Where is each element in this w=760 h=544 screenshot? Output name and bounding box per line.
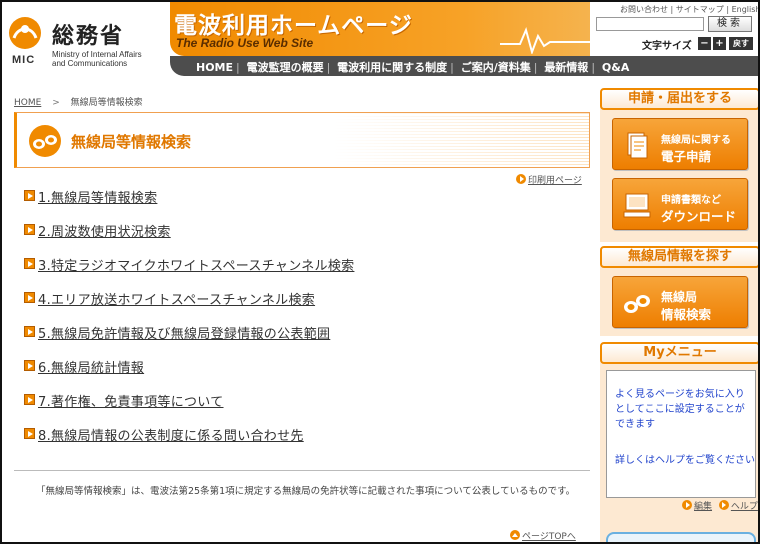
- menu-link-radiomic-whitespace[interactable]: 3.特定ラジオマイクホワイトスペースチャンネル検索: [38, 255, 354, 274]
- document-icon: [627, 132, 648, 159]
- arrow-bullet-icon: [24, 428, 35, 439]
- download-label: ダウンロード: [661, 209, 737, 224]
- site-title: 電波利用ホームページ: [174, 13, 413, 39]
- font-size-label: 文字サイズ: [642, 41, 692, 52]
- site-header: MIC 総務省 Ministry of Internal Affairs and…: [2, 2, 758, 78]
- mymenu-edit-link[interactable]: 編集: [694, 502, 712, 512]
- org-en-line1: Ministry of Internal Affairs: [52, 50, 142, 59]
- print-page-link-text[interactable]: 印刷用ページ: [528, 176, 582, 186]
- print-page-link[interactable]: 印刷用ページ: [516, 173, 582, 186]
- nav-home[interactable]: HOME: [196, 61, 233, 74]
- mic-logo[interactable]: MIC 総務省 Ministry of Internal Affairs and…: [8, 10, 164, 72]
- e-application-button[interactable]: 無線局に関する 電子申請: [612, 118, 748, 170]
- top-links: お問い合わせ | サイトマップ | English: [620, 5, 760, 14]
- download-small: 申請書類など: [661, 195, 721, 206]
- page-heading: 無線局等情報検索: [14, 112, 593, 168]
- bottom-panel-edge: [606, 532, 756, 542]
- font-reset-button[interactable]: 戻す: [729, 37, 753, 50]
- site-banner[interactable]: 電波利用ホームページ The Radio Use Web Site: [170, 2, 590, 56]
- download-button[interactable]: 申請書類など ダウンロード: [612, 178, 748, 230]
- arrow-right-icon: [718, 500, 729, 510]
- english-link[interactable]: English: [732, 5, 758, 14]
- nav-overview[interactable]: 電波監理の概要: [247, 61, 324, 74]
- page-frame: MIC 総務省 Ministry of Internal Affairs and…: [0, 0, 760, 544]
- nav-qa[interactable]: Q&A: [602, 61, 629, 74]
- station-search-button[interactable]: 無線局 情報検索: [612, 276, 748, 328]
- breadcrumb: HOME > 無線局等情報検索: [14, 95, 143, 108]
- menu-link-station-search[interactable]: 1.無線局等情報検索: [38, 187, 157, 206]
- font-smaller-button[interactable]: −: [698, 37, 711, 50]
- station-search-line1: 無線局: [661, 290, 698, 304]
- page-title: 無線局等情報検索: [71, 133, 192, 151]
- menu-link-statistics[interactable]: 6.無線局統計情報: [38, 357, 144, 376]
- page-top-link-text[interactable]: ページTOPへ: [522, 532, 576, 542]
- mymenu-links: 編集 ヘルプ: [682, 499, 758, 512]
- menu-link-publication-scope[interactable]: 5.無線局免許情報及び無線局登録情報の公表範囲: [38, 323, 330, 342]
- mic-mark-text: MIC: [12, 54, 36, 66]
- search-button[interactable]: 検索: [708, 16, 752, 32]
- menu-link-area-broadcast-whitespace[interactable]: 4.エリア放送ホワイトスペースチャンネル検索: [38, 289, 315, 308]
- e-application-label: 電子申請: [661, 149, 712, 164]
- sidebar-heading-apply: 申請・届出をする: [600, 88, 758, 110]
- binoculars-icon: [624, 295, 650, 313]
- arrow-bullet-icon: [24, 394, 35, 405]
- radio-wave-icon: [500, 26, 590, 54]
- arrow-bullet-icon: [24, 258, 35, 269]
- mymenu-text: よく見るページをお気に入りとしてここに設定することができます: [615, 389, 745, 430]
- mymenu-help-link[interactable]: ヘルプ: [731, 502, 758, 512]
- font-larger-button[interactable]: +: [713, 37, 726, 50]
- mymenu-box: よく見るページをお気に入りとしてここに設定することができます 詳しくはヘルプをご…: [606, 370, 756, 498]
- breadcrumb-home[interactable]: HOME: [14, 98, 41, 108]
- contact-link[interactable]: お問い合わせ: [620, 5, 668, 14]
- sidebar-heading-search: 無線局情報を探す: [600, 246, 758, 268]
- binoculars-icon: [29, 125, 61, 157]
- arrow-right-icon: [682, 500, 692, 510]
- arrow-right-icon: [516, 174, 526, 184]
- nav-system[interactable]: 電波利用に関する制度: [337, 61, 447, 74]
- page-description: 「無線局等情報検索」は、電波法第25条第1項に規定する無線局の免許状等に記載され…: [36, 486, 576, 497]
- arrow-bullet-icon: [24, 360, 35, 371]
- menu-link-frequency-search[interactable]: 2.周波数使用状況検索: [38, 221, 171, 240]
- main-nav-items: HOME | 電波監理の概要 | 電波利用に関する制度 | ご案内/資料集 | 最新情報…: [196, 61, 630, 74]
- org-en-line2: and Communications: [52, 59, 128, 68]
- arrow-bullet-icon: [24, 326, 35, 337]
- arrow-bullet-icon: [24, 190, 35, 201]
- sidebar-heading-mymenu: Myメニュー: [600, 342, 758, 364]
- menu-link-copyright[interactable]: 7.著作権、免責事項等について: [38, 391, 224, 410]
- breadcrumb-current: 無線局等情報検索: [70, 98, 143, 108]
- e-application-small: 無線局に関する: [661, 135, 731, 146]
- site-subtitle: The Radio Use Web Site: [176, 36, 314, 50]
- nav-news[interactable]: 最新情報: [544, 61, 588, 74]
- org-name: 総務省: [52, 24, 125, 49]
- search-input[interactable]: [596, 17, 704, 31]
- page-top-link[interactable]: ページTOPへ: [510, 529, 576, 542]
- org-name-en: Ministry of Internal Affairs and Communi…: [52, 50, 142, 68]
- station-search-line2: 情報検索: [661, 307, 712, 322]
- breadcrumb-arrow: >: [52, 98, 60, 108]
- divider: [14, 470, 590, 471]
- sitemap-link[interactable]: サイトマップ: [676, 5, 724, 14]
- arrow-up-icon: [510, 530, 520, 540]
- arrow-bullet-icon: [24, 292, 35, 303]
- mic-logo-icon: [9, 17, 41, 49]
- menu-link-inquiry[interactable]: 8.無線局情報の公表制度に係る問い合わせ先: [38, 425, 304, 444]
- nav-guide[interactable]: ご案内/資料集: [461, 61, 531, 74]
- computer-icon: [623, 193, 651, 218]
- arrow-bullet-icon: [24, 224, 35, 235]
- mymenu-help-text[interactable]: 詳しくはヘルプをご覧ください: [615, 453, 755, 468]
